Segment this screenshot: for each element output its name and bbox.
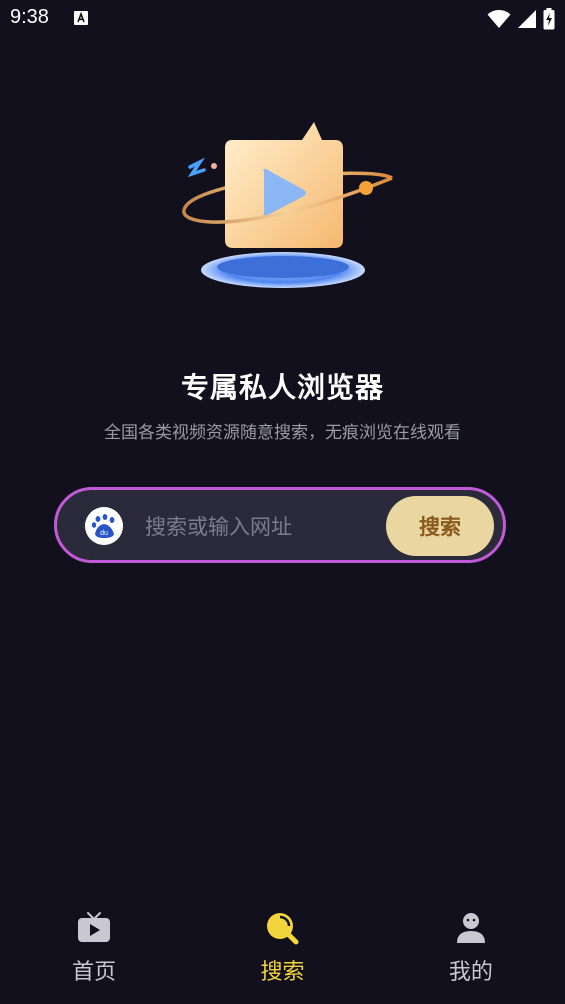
nav-item-search[interactable]: 搜索 bbox=[188, 900, 376, 1004]
search-bar[interactable]: du 搜索 bbox=[54, 487, 506, 563]
status-time: 9:38 bbox=[10, 6, 49, 28]
screen: 9:38 专属私人浏览器 全国各类视频资源随意搜索，无痕浏览在线观看 du 搜索… bbox=[0, 0, 565, 1004]
tv-play-icon bbox=[78, 912, 111, 942]
status-bar: 9:38 bbox=[0, 0, 565, 40]
search-icon bbox=[267, 913, 299, 945]
status-icons bbox=[487, 8, 555, 30]
accessibility-notification-icon bbox=[74, 11, 88, 25]
nav-item-home[interactable]: 首页 bbox=[0, 900, 188, 1004]
nav-label-profile: 我的 bbox=[448, 960, 493, 985]
svg-text:du: du bbox=[100, 530, 108, 537]
page-subtitle: 全国各类视频资源随意搜索，无痕浏览在线观看 bbox=[104, 423, 461, 443]
nav-label-search: 搜索 bbox=[260, 960, 305, 985]
wifi-icon bbox=[487, 10, 511, 28]
video-player-illustration bbox=[182, 122, 393, 288]
nav-item-profile[interactable]: 我的 bbox=[377, 900, 565, 1004]
baidu-paw-icon[interactable]: du bbox=[85, 507, 123, 545]
bottom-nav: 首页 搜索 我的 bbox=[0, 900, 565, 1004]
profile-icon bbox=[456, 913, 485, 943]
cellular-signal-icon bbox=[518, 10, 536, 28]
page-title: 专属私人浏览器 bbox=[180, 371, 384, 404]
search-button[interactable]: 搜索 bbox=[386, 496, 494, 556]
search-input[interactable] bbox=[143, 504, 377, 550]
battery-charging-icon bbox=[543, 8, 555, 30]
nav-label-home: 首页 bbox=[72, 960, 117, 985]
